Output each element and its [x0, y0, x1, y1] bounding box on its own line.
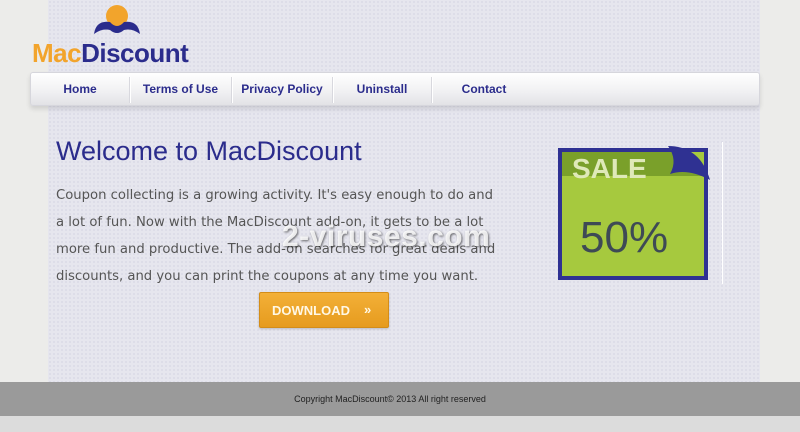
- nav-terms-of-use[interactable]: Terms of Use: [130, 73, 231, 105]
- logo-figure-icon: [94, 5, 140, 34]
- sale-word: SALE: [572, 153, 647, 184]
- logo-text-discount: Discount: [81, 38, 189, 68]
- download-button[interactable]: DOWNLOAD »: [259, 292, 389, 328]
- nav-contact[interactable]: Contact: [432, 73, 536, 105]
- download-button-label: DOWNLOAD: [272, 303, 350, 318]
- brand-logo[interactable]: MacDiscount: [32, 4, 212, 68]
- main-nav: Home Terms of Use Privacy Policy Uninsta…: [30, 72, 760, 106]
- chevron-double-down-icon: »: [364, 302, 372, 317]
- nav-uninstall[interactable]: Uninstall: [333, 73, 431, 105]
- nav-home[interactable]: Home: [31, 73, 129, 105]
- page-title: Welcome to MacDiscount: [56, 136, 362, 166]
- bottom-margin: [0, 416, 800, 432]
- watermark: 2-viruses.com: [282, 220, 491, 253]
- footer-copyright: Copyright MacDiscount© 2013 All right re…: [294, 394, 486, 404]
- logo-wordmark: MacDiscount: [32, 38, 189, 68]
- sidebar-divider: [722, 142, 723, 284]
- footer: Copyright MacDiscount© 2013 All right re…: [0, 382, 800, 416]
- sale-badge: SALE 50%: [558, 146, 710, 280]
- logo-text-mac: Mac: [32, 38, 82, 68]
- sale-percent: 50%: [580, 213, 668, 262]
- nav-privacy-policy[interactable]: Privacy Policy: [232, 73, 332, 105]
